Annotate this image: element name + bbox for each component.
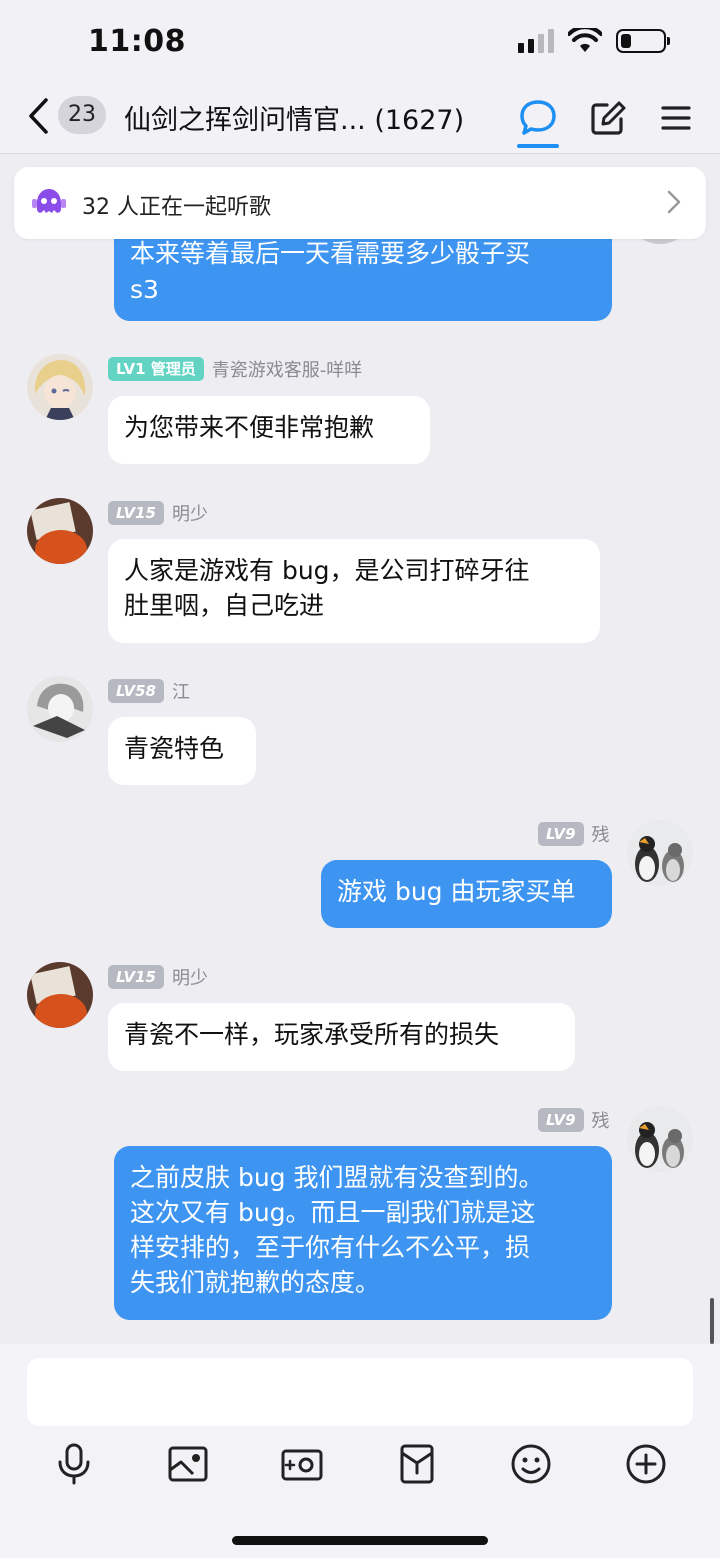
message-bubble[interactable]: 青瓷特色 (108, 717, 256, 785)
back-button[interactable] (20, 94, 56, 138)
status-icons (518, 28, 670, 54)
scrollbar[interactable] (710, 1298, 714, 1344)
avatar[interactable] (627, 820, 693, 886)
level-badge: LV9 (538, 1108, 584, 1132)
sender-name[interactable]: 青瓷游戏客服-咩咩 (212, 356, 363, 382)
emoji-icon (511, 1444, 551, 1484)
chat-header: 23 仙剑之挥剑问情官... (1627) (0, 84, 720, 154)
plus-icon (626, 1444, 666, 1484)
message-meta: LV58 江 (108, 678, 190, 704)
message-bubble-self[interactable]: 游戏 bug 由玩家买单 (321, 860, 612, 928)
input-area (0, 1344, 720, 1558)
status-bar: 11:08 (0, 0, 720, 84)
voice-button[interactable] (50, 1440, 98, 1488)
chevron-right-icon (667, 190, 681, 214)
message-meta: LV15 明少 (108, 964, 208, 990)
image-icon (168, 1446, 208, 1482)
avatar[interactable] (27, 676, 93, 742)
edit-button[interactable] (586, 96, 630, 140)
more-button[interactable] (622, 1440, 670, 1488)
sender-name[interactable]: 江 (172, 678, 190, 704)
status-time: 11:08 (88, 24, 186, 59)
message-input[interactable] (27, 1358, 693, 1426)
level-badge: LV1 管理员 (108, 357, 204, 381)
sender-name[interactable]: 残 (592, 821, 610, 847)
wifi-icon (568, 28, 602, 52)
message-list[interactable]: 本来等着最后一天看需要多少骰子买 s3 LV1 管理员 青瓷游戏客服-咩咩 为您… (0, 154, 720, 1344)
listen-together-icon (32, 189, 66, 213)
camera-icon (281, 1449, 323, 1481)
home-indicator (232, 1536, 488, 1545)
sender-name[interactable]: 明少 (172, 964, 208, 990)
active-tab-indicator (517, 144, 559, 148)
level-badge: LV58 (108, 679, 164, 703)
sender-name[interactable]: 残 (592, 1107, 610, 1133)
menu-icon (661, 106, 691, 130)
red-packet-button[interactable] (393, 1440, 441, 1488)
battery-icon (616, 29, 670, 53)
level-badge: LV9 (538, 822, 584, 846)
microphone-icon (58, 1443, 90, 1485)
listen-together-banner[interactable]: 32 人正在一起听歌 (14, 167, 706, 239)
chevron-left-icon (29, 98, 48, 134)
message-meta: LV15 明少 (108, 500, 208, 526)
level-badge: LV15 (108, 965, 164, 989)
camera-button[interactable] (278, 1440, 326, 1488)
avatar[interactable] (27, 962, 93, 1028)
message-bubble-self[interactable]: 之前皮肤 bug 我们盟就有没查到的。 这次又有 bug。而且一副我们就是这 样… (114, 1146, 612, 1320)
menu-button[interactable] (654, 96, 698, 140)
avatar[interactable] (27, 354, 93, 420)
chat-tab-button[interactable] (516, 96, 560, 140)
listen-together-text: 32 人正在一起听歌 (82, 195, 271, 220)
message-meta: LV9 残 (538, 1107, 610, 1133)
edit-icon (591, 101, 626, 135)
message-meta: LV9 残 (538, 821, 610, 847)
red-packet-icon (400, 1444, 434, 1484)
avatar[interactable] (627, 1106, 693, 1172)
image-button[interactable] (164, 1440, 212, 1488)
message-bubble[interactable]: 人家是游戏有 bug，是公司打碎牙往 肚里咽，自己吃进 (108, 539, 600, 643)
message-bubble[interactable]: 青瓷不一样，玩家承受所有的损失 (108, 1003, 575, 1071)
unread-count-badge[interactable]: 23 (58, 96, 106, 134)
level-badge: LV15 (108, 501, 164, 525)
message-meta: LV1 管理员 青瓷游戏客服-咩咩 (108, 356, 362, 382)
cellular-signal-icon (518, 29, 554, 53)
sender-name[interactable]: 明少 (172, 500, 208, 526)
chat-bubble-icon (520, 100, 556, 135)
chat-title[interactable]: 仙剑之挥剑问情官... (1627) (124, 98, 464, 137)
emoji-button[interactable] (507, 1440, 555, 1488)
message-bubble[interactable]: 为您带来不便非常抱歉 (108, 396, 430, 464)
avatar[interactable] (27, 498, 93, 564)
